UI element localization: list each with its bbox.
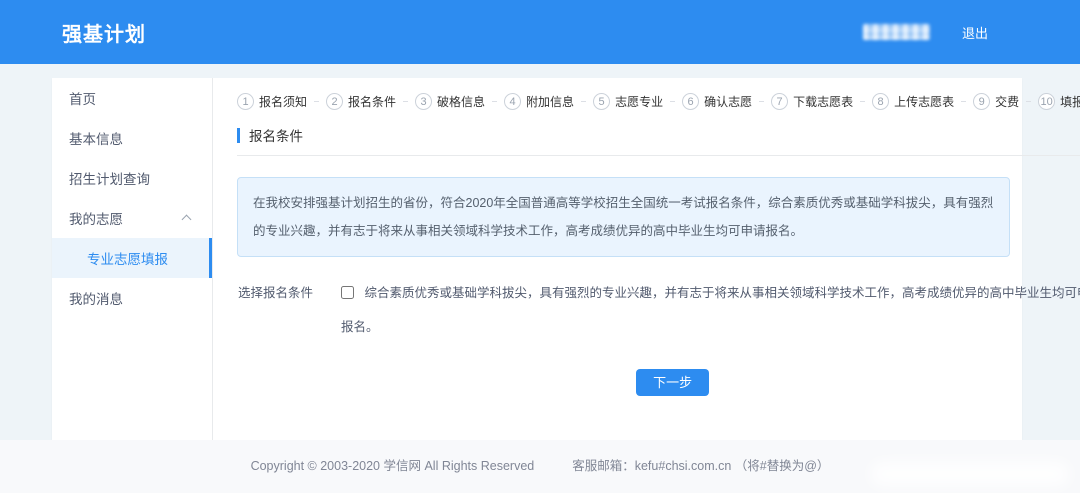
step-confirm-preferences: 6 确认志愿 [682, 93, 752, 110]
page-footer: Copyright © 2003-2020 学信网 All Rights Res… [0, 440, 1080, 493]
step-separator [759, 101, 765, 102]
next-step-button[interactable]: 下一步 [636, 369, 710, 396]
step-separator [314, 101, 320, 102]
sidebar-item-home[interactable]: 首页 [52, 78, 212, 118]
step-number: 3 [415, 93, 433, 110]
sidebar-item-label: 我的志愿 [69, 212, 123, 227]
step-label: 报名须知 [259, 95, 308, 109]
step-label: 上传志愿表 [894, 95, 955, 109]
step-separator [670, 101, 676, 102]
step-number: 4 [504, 93, 522, 110]
copyright-text: Copyright © 2003-2020 学信网 All Rights Res… [250, 459, 535, 473]
main-content: 1 报名须知 2 报名条件 3 破格信息 4 附加信息 5 志愿专业 6 确认志… [213, 78, 1080, 440]
application-stepper: 1 报名须知 2 报名条件 3 破格信息 4 附加信息 5 志愿专业 6 确认志… [237, 93, 1080, 110]
step-number: 10 [1038, 93, 1056, 110]
step-number: 5 [593, 93, 611, 110]
step-label: 报名条件 [348, 95, 397, 109]
sidebar-item-label: 招生计划查询 [69, 172, 150, 187]
header-right: 退出 [862, 23, 988, 42]
logout-link[interactable]: 退出 [962, 23, 988, 42]
content-wrap: 首页 基本信息 招生计划查询 我的志愿 专业志愿填报 我的消息 1 报名须知 2… [0, 64, 1080, 440]
step-label: 附加信息 [526, 95, 575, 109]
condition-checkbox-label[interactable]: 综合素质优秀或基础学科拔尖，具有强烈的专业兴趣，并有志于将来从事相关领域科学技术… [341, 276, 1080, 344]
button-row: 下一步 [237, 369, 1080, 396]
step-completed: 10 填报完成 [1038, 93, 1080, 110]
step-label: 确认志愿 [704, 95, 753, 109]
sidebar-item-enrollment-plan-query[interactable]: 招生计划查询 [52, 158, 212, 198]
eligibility-notice: 在我校安排强基计划招生的省份，符合2020年全国普通高等学校招生全国统一考试报名… [237, 177, 1010, 257]
step-number: 8 [872, 93, 890, 110]
sidebar-item-my-preferences[interactable]: 我的志愿 [52, 198, 212, 238]
step-download-form: 7 下载志愿表 [771, 93, 853, 110]
condition-checkbox-text: 综合素质优秀或基础学科拔尖，具有强烈的专业兴趣，并有志于将来从事相关领域科学技术… [341, 286, 1080, 334]
title-accent-bar [237, 127, 240, 143]
step-exception-info: 3 破格信息 [415, 93, 485, 110]
sidebar-item-label: 首页 [69, 92, 96, 107]
choose-condition-label: 选择报名条件 [238, 286, 314, 300]
step-number: 6 [682, 93, 700, 110]
step-number: 2 [326, 93, 344, 110]
step-separator [860, 101, 866, 102]
app-header: 强基计划 退出 [0, 0, 1080, 64]
sidebar-item-label: 专业志愿填报 [87, 252, 168, 267]
step-upload-form: 8 上传志愿表 [872, 93, 954, 110]
main-card: 首页 基本信息 招生计划查询 我的志愿 专业志愿填报 我的消息 1 报名须知 2… [52, 78, 1080, 440]
sidebar-item-my-messages[interactable]: 我的消息 [52, 278, 212, 318]
step-preferred-majors: 5 志愿专业 [593, 93, 663, 110]
section-header: 报名条件 [237, 125, 1080, 156]
step-number: 7 [771, 93, 789, 110]
step-label: 填报完成 [1060, 95, 1080, 109]
step-separator [403, 101, 409, 102]
step-additional-info: 4 附加信息 [504, 93, 574, 110]
step-application-conditions: 2 报名条件 [326, 93, 396, 110]
step-separator [961, 101, 967, 102]
chevron-up-icon [181, 214, 192, 225]
condition-select-row: 选择报名条件 综合素质优秀或基础学科拔尖，具有强烈的专业兴趣，并有志于将来从事相… [237, 276, 1080, 344]
step-label: 下载志愿表 [793, 95, 854, 109]
step-separator [1026, 101, 1032, 102]
step-payment: 9 交费 [973, 93, 1019, 110]
sidebar-item-label: 基本信息 [69, 132, 123, 147]
sidebar: 首页 基本信息 招生计划查询 我的志愿 专业志愿填报 我的消息 [52, 78, 213, 440]
service-email-text: 客服邮箱：kefu#chsi.com.cn （将#替换为@） [572, 459, 830, 473]
step-separator [492, 101, 498, 102]
watermark-blur [870, 461, 1070, 487]
step-separator [581, 101, 587, 102]
condition-checkbox[interactable] [341, 286, 355, 299]
username-redacted [862, 24, 930, 40]
sidebar-item-major-preference-filling[interactable]: 专业志愿填报 [52, 238, 212, 278]
sidebar-item-label: 我的消息 [69, 292, 123, 307]
step-label: 破格信息 [437, 95, 486, 109]
step-label: 交费 [995, 95, 1020, 109]
step-number: 1 [237, 93, 254, 110]
sidebar-item-basic-info[interactable]: 基本信息 [52, 118, 212, 158]
section-title: 报名条件 [249, 129, 303, 144]
step-number: 9 [973, 93, 991, 110]
step-application-notice: 1 报名须知 [237, 93, 307, 110]
step-label: 志愿专业 [615, 95, 664, 109]
app-title: 强基计划 [62, 23, 146, 46]
